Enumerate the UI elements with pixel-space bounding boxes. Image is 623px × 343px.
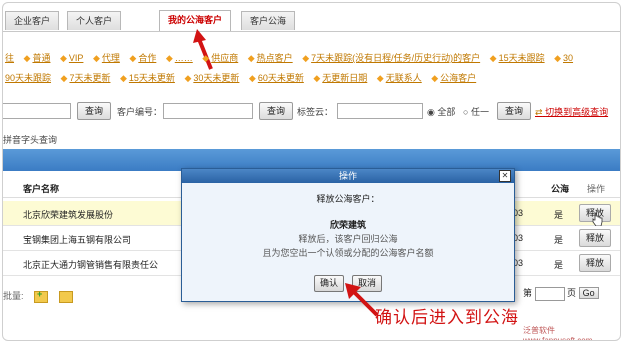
annotation-text: 确认后进入到公海 — [375, 308, 519, 328]
page-go-button[interactable]: Go — [578, 287, 599, 299]
tab-enterprise-customers[interactable]: 企业客户 — [5, 11, 60, 30]
filter-link[interactable]: ◆ 15天未跟踪 — [490, 51, 545, 64]
pager-suffix: 页 — [567, 288, 577, 298]
filter-link[interactable]: ◆ 供应商 — [202, 51, 238, 64]
tab-personal-customers[interactable]: 个人客户 — [67, 11, 122, 30]
query-button[interactable]: 查询 — [77, 102, 112, 120]
dialog-note-2: 且为您空出一个认领或分配的公海客户名额 — [262, 248, 434, 258]
customer-name[interactable]: 宝钢集团上海五钢有限公司 — [23, 233, 131, 246]
filter-link[interactable]: ◆ 代理 — [93, 51, 120, 64]
filter-link[interactable]: ◆ 热点客户 — [248, 51, 293, 64]
filter-link[interactable]: ◆…… — [166, 53, 193, 64]
switch-icon: ⇄ — [535, 107, 543, 117]
dialog-question: 释放公海客户： — [316, 194, 380, 204]
release-button[interactable]: 释放 — [579, 254, 611, 272]
customer-no-input[interactable] — [163, 103, 253, 119]
close-icon[interactable]: ✕ — [499, 170, 511, 182]
batch-bar: 批量: + — [3, 289, 73, 303]
filter-link[interactable]: ◆ 合作 — [129, 51, 156, 64]
tag-cloud-input[interactable] — [337, 103, 423, 119]
watermark: 泛普软件 www.fanpusoft.com — [523, 326, 593, 341]
filter-link[interactable]: ◆ 30 — [554, 53, 573, 64]
filter-link[interactable]: ◆ 60天未更新 — [249, 71, 304, 84]
filter-link[interactable]: ◆ 15天未更新 — [120, 71, 175, 84]
filter-link[interactable]: ◆ 普通 — [24, 51, 51, 64]
filter-link[interactable]: ◆ 无联系人 — [377, 71, 422, 84]
app-frame: 企业客户 个人客户 我的公海客户 客户公海 往 ◆ 普通 ◆ VIP ◆ 代理 ◆ 合作… — [2, 2, 621, 341]
filter-link[interactable]: ◆ 公海客户 — [431, 71, 476, 84]
pager-prefix: 第 — [523, 288, 533, 298]
tag-cloud-label: 标签云： — [297, 107, 334, 117]
filter-row-2: 90天未跟踪 ◆ 7天未更新 ◆ 15天未更新 ◆ 30天未更新 ◆ 60天未更新 ◆ 无… — [5, 71, 620, 85]
page-number-input[interactable] — [534, 286, 565, 301]
filter-link[interactable]: 往 — [5, 51, 14, 64]
dialog-customer-name: 欣荣建筑 — [329, 220, 366, 230]
filter-link[interactable]: ◆ VIP — [60, 53, 83, 64]
pager: 第 页 Go — [523, 286, 599, 301]
sea-flag: 是 — [554, 210, 564, 220]
search-row: 查询 客户编号： 查询 标签云： ◉ 全部 ○ 任一 查询 ⇄ 切换到高级查询 — [3, 101, 620, 121]
filter-link[interactable]: ◆ 无更新日期 — [313, 71, 367, 84]
radio-empty-icon: ○ — [463, 107, 469, 117]
radio-all[interactable]: ◉ 全部 — [427, 105, 455, 118]
batch-add-icon[interactable]: + — [34, 289, 49, 303]
dialog-title-bar: 操作 ✕ — [182, 169, 514, 183]
query-button-3[interactable]: 查询 — [497, 102, 532, 120]
tab-bar: 企业客户 个人客户 我的公海客户 客户公海 — [3, 10, 620, 32]
tab-customer-sea[interactable]: 客户公海 — [241, 11, 296, 30]
query-button-2[interactable]: 查询 — [259, 102, 294, 120]
customer-no-label: 客户编号： — [117, 107, 163, 117]
column-header-action: 操作 — [587, 184, 606, 194]
advanced-query-link[interactable]: ⇄ 切换到高级查询 — [535, 105, 608, 118]
sea-flag: 是 — [554, 235, 564, 245]
sea-flag: 是 — [554, 260, 564, 270]
filter-link[interactable]: ◆ 7天未更新 — [61, 71, 111, 84]
batch-label: 批量: — [3, 291, 24, 301]
keyword-input[interactable] — [3, 103, 71, 119]
filter-link[interactable]: ◆ 30天未更新 — [184, 71, 239, 84]
radio-any[interactable]: ○ 任一 — [463, 105, 489, 118]
batch-folder-icon[interactable] — [58, 290, 73, 303]
filter-link[interactable]: ◆ 7天未跟踪(没有日程/任务/历史行动)的客户 — [302, 51, 480, 64]
dialog-note-1: 释放后，该客户回归公海 — [298, 234, 398, 244]
customer-name[interactable]: 北京欣荣建筑发展股份 — [23, 208, 113, 221]
filter-link[interactable]: 90天未跟踪 — [5, 71, 51, 84]
column-header-name[interactable]: 客户名称 — [23, 182, 59, 195]
dialog-title: 操作 — [338, 171, 357, 181]
filter-row-1: 往 ◆ 普通 ◆ VIP ◆ 代理 ◆ 合作 ◆…… ◆ 供应商 ◆ 热点客户 ◆ 7天未跟踪… — [5, 51, 620, 65]
radio-selected-icon: ◉ — [427, 107, 435, 117]
pinyin-query-label[interactable]: 拼音字头查询 — [3, 133, 57, 146]
hand-cursor-icon — [592, 212, 603, 226]
customer-name[interactable]: 北京正大通力钢管销售有限责任公 — [23, 258, 158, 271]
release-button[interactable]: 释放 — [579, 229, 611, 247]
column-header-sea: 公海 — [551, 184, 570, 194]
confirm-button[interactable]: 确认 — [314, 275, 345, 292]
